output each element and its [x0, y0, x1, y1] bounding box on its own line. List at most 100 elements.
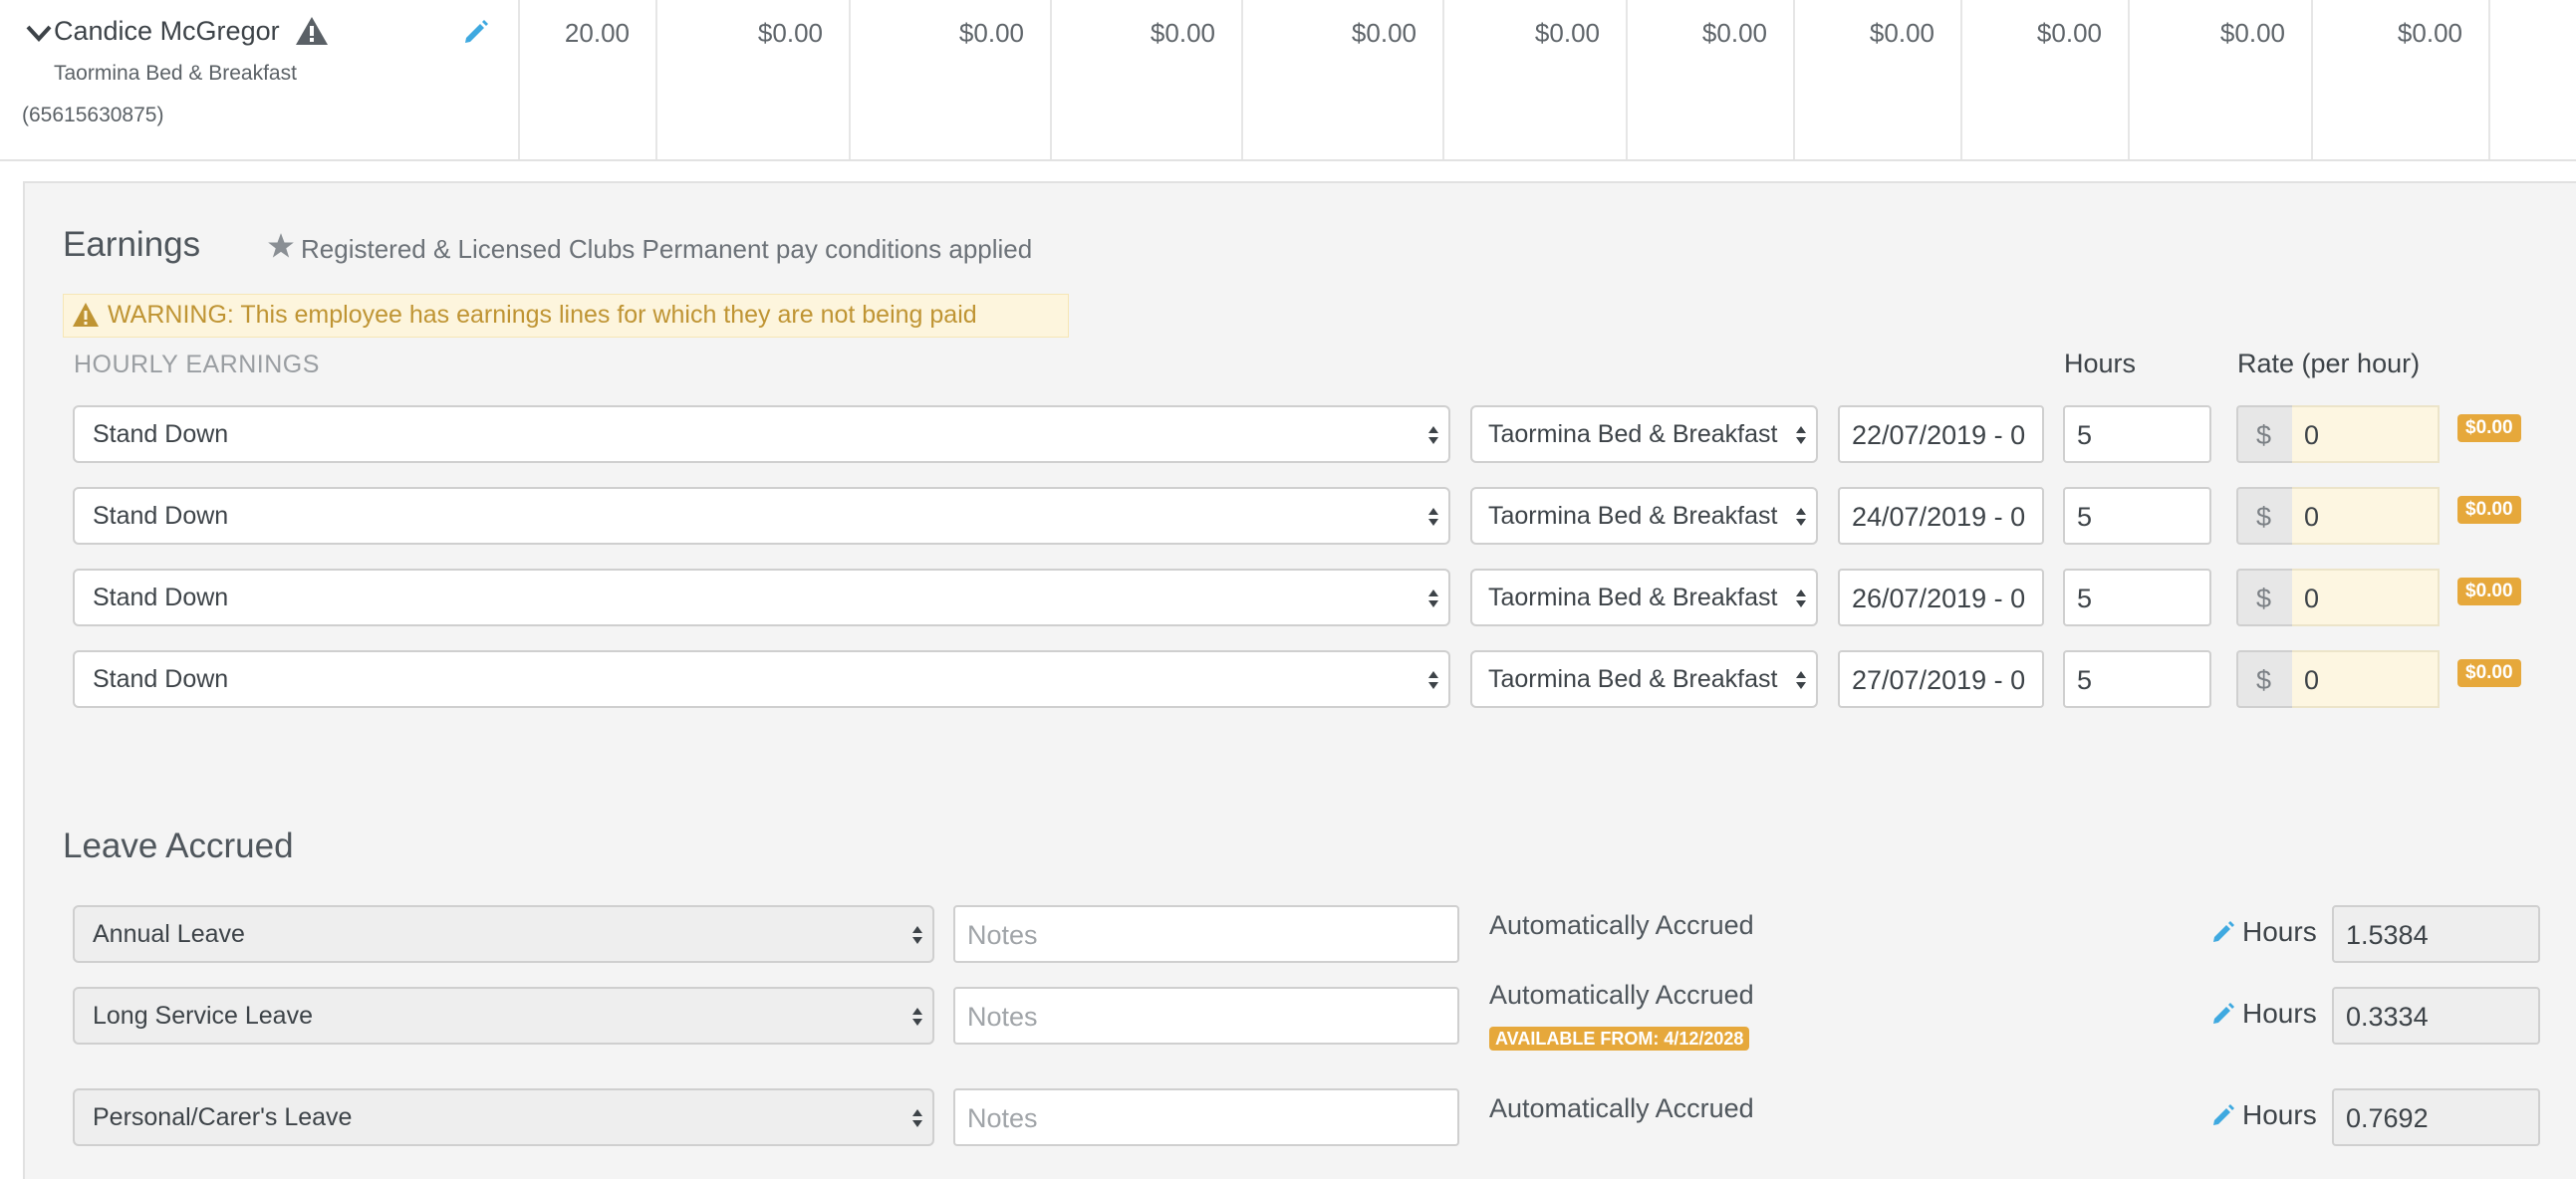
summary-value: $0.00 [2397, 18, 2462, 48]
warning-text: WARNING: This employee has earnings line… [108, 301, 977, 329]
currency-symbol: $ [2256, 420, 2272, 450]
leave-hours-input[interactable]: 1.5384 [2332, 905, 2540, 963]
hours-value: 5 [2077, 502, 2093, 532]
currency-addon: $ [2236, 405, 2292, 463]
date-input[interactable]: 27/07/2019 - 0 [1838, 650, 2044, 708]
location-select[interactable]: Taormina Bed & Breakfast [1470, 650, 1818, 708]
leave-type-select[interactable]: Annual Leave [73, 905, 934, 963]
hours-label: Hours [2242, 916, 2317, 947]
summary-value: $0.00 [757, 18, 823, 48]
edit-pencil-icon[interactable] [2210, 919, 2236, 945]
employee-row: Candice McGregor Taormina Bed & Breakfas… [0, 0, 2576, 161]
summary-value: $0.00 [1150, 18, 1215, 48]
earnings-heading: Earnings [63, 225, 201, 264]
available-from-badge: AVAILABLE FROM: 4/12/2028 [1489, 1027, 1750, 1051]
earnings-category-select[interactable]: Stand Down [73, 650, 1450, 708]
leave-hours-input[interactable]: 0.7692 [2332, 1088, 2540, 1146]
currency-symbol: $ [2256, 584, 2272, 613]
hours-input[interactable]: 5 [2063, 487, 2211, 545]
hours-value: 5 [2077, 665, 2093, 695]
summary-value: $0.00 [958, 18, 1024, 48]
employee-info: Candice McGregor Taormina Bed & Breakfas… [0, 0, 520, 159]
select-arrows-icon [1428, 671, 1438, 689]
date-value: 24/07/2019 - 0 [1852, 502, 2026, 532]
location-select[interactable]: Taormina Bed & Breakfast [1470, 405, 1818, 463]
hourly-earnings-label: HOURLY EARNINGS [74, 351, 320, 378]
accrual-status: Automatically Accrued [1489, 980, 1754, 1010]
summary-cell: $0.00 [1628, 0, 1795, 159]
currency-symbol: $ [2256, 665, 2272, 695]
currency-addon: $ [2236, 650, 2292, 708]
employee-name[interactable]: Candice McGregor [54, 16, 280, 47]
select-arrows-icon [1796, 426, 1806, 444]
rate-input[interactable]: 0 [2292, 487, 2440, 545]
rate-input[interactable]: 0 [2292, 405, 2440, 463]
leave-notes-input[interactable]: Notes [953, 905, 1459, 963]
warning-banner: WARNING: This employee has earnings line… [63, 294, 1069, 338]
summary-value: $0.00 [1869, 18, 1934, 48]
summary-cell: $0.00 [657, 0, 851, 159]
location-select[interactable]: Taormina Bed & Breakfast [1470, 487, 1818, 545]
leave-type-select[interactable]: Personal/Carer's Leave [73, 1088, 934, 1146]
summary-cell: $0.00 [1444, 0, 1628, 159]
notes-placeholder: Notes [967, 1103, 1038, 1133]
location-select[interactable]: Taormina Bed & Breakfast [1470, 569, 1818, 626]
summary-value: $0.00 [1701, 18, 1767, 48]
summary-value: 20.00 [564, 18, 630, 48]
select-arrows-icon [1428, 426, 1438, 444]
select-arrows-icon [912, 1109, 922, 1127]
hours-input[interactable]: 5 [2063, 405, 2211, 463]
leave-type-select[interactable]: Long Service Leave [73, 987, 934, 1045]
leave-hours-value: 0.7692 [2346, 1103, 2429, 1133]
rate-value: 0 [2304, 584, 2320, 613]
summary-cell: $0.00 [1795, 0, 1962, 159]
rate-input[interactable]: 0 [2292, 650, 2440, 708]
leave-type-value: Annual Leave [93, 920, 245, 948]
select-arrows-icon [1428, 508, 1438, 526]
leave-accrued-heading: Leave Accrued [63, 826, 294, 865]
leave-hours-input[interactable]: 0.3334 [2332, 987, 2540, 1045]
rate-input[interactable]: 0 [2292, 569, 2440, 626]
leave-type-value: Personal/Carer's Leave [93, 1103, 353, 1131]
earnings-category-select[interactable]: Stand Down [73, 405, 1450, 463]
rate-value: 0 [2304, 665, 2320, 695]
leave-notes-input[interactable]: Notes [953, 987, 1459, 1045]
line-total-badge: $0.00 [2457, 578, 2521, 605]
summary-value: $0.00 [1351, 18, 1417, 48]
select-arrows-icon [1428, 590, 1438, 607]
location-value: Taormina Bed & Breakfast [1488, 420, 1778, 448]
hours-value: 5 [2077, 420, 2093, 450]
hours-label: Hours [2242, 1099, 2317, 1130]
rate-value: 0 [2304, 502, 2320, 532]
date-input[interactable]: 22/07/2019 - 0 [1838, 405, 2044, 463]
earnings-category-value: Stand Down [93, 420, 229, 448]
date-input[interactable]: 24/07/2019 - 0 [1838, 487, 2044, 545]
currency-addon: $ [2236, 569, 2292, 626]
location-value: Taormina Bed & Breakfast [1488, 665, 1778, 693]
rate-column-header: Rate (per hour) [2237, 349, 2421, 378]
select-arrows-icon [1796, 671, 1806, 689]
chevron-down-icon[interactable] [24, 18, 54, 48]
edit-pencil-icon[interactable] [2210, 1001, 2236, 1027]
select-arrows-icon [1796, 508, 1806, 526]
edit-pencil-icon[interactable] [461, 17, 491, 47]
employee-id: (65615630875) [22, 104, 164, 126]
summary-value: $0.00 [1534, 18, 1600, 48]
date-value: 27/07/2019 - 0 [1852, 665, 2026, 695]
line-total-badge: $0.00 [2457, 659, 2521, 687]
earnings-category-select[interactable]: Stand Down [73, 487, 1450, 545]
notes-placeholder: Notes [967, 1002, 1038, 1032]
currency-symbol: $ [2256, 502, 2272, 532]
hours-input[interactable]: 5 [2063, 650, 2211, 708]
hours-column-header: Hours [2064, 349, 2137, 378]
leave-hours-value: 0.3334 [2346, 1002, 2429, 1032]
leave-notes-input[interactable]: Notes [953, 1088, 1459, 1146]
earnings-category-select[interactable]: Stand Down [73, 569, 1450, 626]
hours-input[interactable]: 5 [2063, 569, 2211, 626]
edit-pencil-icon[interactable] [2210, 1102, 2236, 1128]
hours-label: Hours [2242, 998, 2317, 1029]
date-input[interactable]: 26/07/2019 - 0 [1838, 569, 2044, 626]
accrual-status: Automatically Accrued [1489, 910, 1754, 940]
accrual-status: Automatically Accrued [1489, 1093, 1754, 1123]
star-icon [268, 233, 294, 258]
